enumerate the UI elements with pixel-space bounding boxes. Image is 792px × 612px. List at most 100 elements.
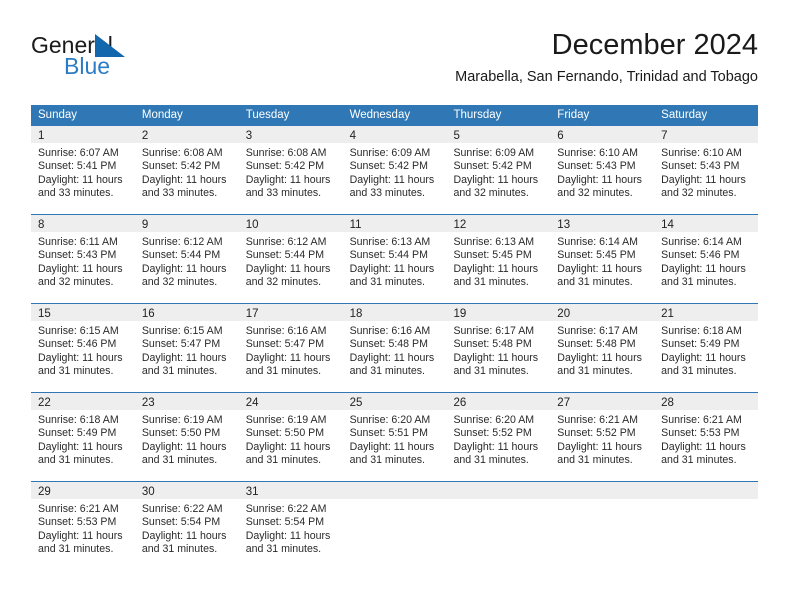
- day-details: Sunrise: 6:11 AM Sunset: 5:43 PM Dayligh…: [31, 232, 135, 290]
- day-cell[interactable]: 13 Sunrise: 6:14 AM Sunset: 5:45 PM Dayl…: [550, 215, 655, 303]
- weekday-header-wednesday: Wednesday: [349, 109, 411, 121]
- day-cell[interactable]: 22 Sunrise: 6:18 AM Sunset: 5:49 PM Dayl…: [31, 393, 135, 481]
- day-cell[interactable]: 18 Sunrise: 6:16 AM Sunset: 5:48 PM Dayl…: [342, 304, 447, 392]
- day-cell[interactable]: 9 Sunrise: 6:12 AM Sunset: 5:44 PM Dayli…: [134, 215, 239, 303]
- day-number: 17: [245, 308, 259, 320]
- day-details: Sunrise: 6:18 AM Sunset: 5:49 PM Dayligh…: [31, 410, 135, 468]
- week-row: 8 Sunrise: 6:11 AM Sunset: 5:43 PM Dayli…: [31, 214, 759, 303]
- sunrise-line: Sunrise: 6:14 AM: [557, 236, 638, 248]
- daylight-line-1: Daylight: 11 hours: [453, 173, 539, 186]
- week-row: 29 Sunrise: 6:21 AM Sunset: 5:53 PM Dayl…: [31, 481, 759, 570]
- day-number: 21: [661, 308, 674, 320]
- sunset-line: Sunset: 5:51 PM: [349, 427, 428, 440]
- day-number: 30: [141, 486, 155, 498]
- sunset-line: Sunset: 5:46 PM: [661, 249, 740, 262]
- weekday-header-saturday: Saturday: [661, 109, 708, 121]
- weekday-header-row: Sunday Monday Tuesday Wednesday Thursday…: [31, 105, 758, 126]
- weekday-header-tuesday: Tuesday: [245, 109, 290, 121]
- day-cell[interactable]: 10 Sunrise: 6:12 AM Sunset: 5:44 PM Dayl…: [238, 215, 343, 303]
- sunset-line: Sunset: 5:43 PM: [557, 160, 636, 173]
- day-number: 22: [38, 397, 51, 409]
- day-number-band: 22: [31, 393, 135, 410]
- day-details: Sunrise: 6:12 AM Sunset: 5:44 PM Dayligh…: [135, 232, 239, 290]
- day-details: Sunrise: 6:21 AM Sunset: 5:52 PM Dayligh…: [550, 410, 654, 468]
- day-cell[interactable]: 31 Sunrise: 6:22 AM Sunset: 5:54 PM Dayl…: [238, 482, 343, 570]
- day-cell[interactable]: 6 Sunrise: 6:10 AM Sunset: 5:43 PM Dayli…: [550, 126, 655, 214]
- day-cell[interactable]: 24 Sunrise: 6:19 AM Sunset: 5:50 PM Dayl…: [238, 393, 343, 481]
- day-cell[interactable]: 1 Sunrise: 6:07 AM Sunset: 5:41 PM Dayli…: [31, 126, 135, 214]
- daylight-line-2: and 31 minutes.: [349, 365, 425, 378]
- week-row: 22 Sunrise: 6:18 AM Sunset: 5:49 PM Dayl…: [31, 392, 759, 481]
- day-cell[interactable]: 8 Sunrise: 6:11 AM Sunset: 5:43 PM Dayli…: [31, 215, 135, 303]
- day-number-band: 29: [31, 482, 135, 499]
- day-cell[interactable]: 20 Sunrise: 6:17 AM Sunset: 5:48 PM Dayl…: [550, 304, 655, 392]
- sunrise-line: Sunrise: 6:12 AM: [141, 236, 223, 248]
- day-cell[interactable]: 3 Sunrise: 6:08 AM Sunset: 5:42 PM Dayli…: [238, 126, 343, 214]
- sunrise-line: Sunrise: 6:07 AM: [38, 147, 119, 159]
- daylight-line-2: and 31 minutes.: [453, 276, 529, 289]
- sunrise-line: Sunrise: 6:19 AM: [141, 414, 223, 426]
- calendar-grid: Sunday Monday Tuesday Wednesday Thursday…: [31, 105, 759, 570]
- day-number-band: 14: [654, 215, 759, 232]
- page-subtitle: Marabella, San Fernando, Trinidad and To…: [455, 69, 758, 85]
- sunset-line: Sunset: 5:53 PM: [661, 427, 740, 440]
- day-cell[interactable]: 17 Sunrise: 6:16 AM Sunset: 5:47 PM Dayl…: [238, 304, 343, 392]
- sunrise-line: Sunrise: 6:16 AM: [245, 325, 327, 337]
- day-number-band: 31: [238, 482, 343, 499]
- day-cell[interactable]: 4 Sunrise: 6:09 AM Sunset: 5:42 PM Dayli…: [342, 126, 447, 214]
- daylight-line-1: Daylight: 11 hours: [245, 440, 331, 453]
- sunrise-line: Sunrise: 6:21 AM: [38, 503, 119, 515]
- sunrise-line: Sunrise: 6:09 AM: [349, 147, 431, 159]
- daylight-line-1: Daylight: 11 hours: [453, 440, 539, 453]
- day-number: 31: [245, 486, 259, 498]
- daylight-line-2: and 32 minutes.: [661, 187, 737, 200]
- day-cell[interactable]: 25 Sunrise: 6:20 AM Sunset: 5:51 PM Dayl…: [342, 393, 447, 481]
- logo-text-blue: Blue: [64, 53, 111, 79]
- day-number: 2: [141, 130, 149, 142]
- weekday-header-sunday: Sunday: [38, 109, 78, 121]
- day-details: Sunrise: 6:19 AM Sunset: 5:50 PM Dayligh…: [135, 410, 239, 468]
- title-block: December 2024 Marabella, San Fernando, T…: [455, 28, 758, 86]
- day-number: 28: [661, 397, 674, 409]
- day-cell[interactable]: 28 Sunrise: 6:21 AM Sunset: 5:53 PM Dayl…: [654, 393, 759, 481]
- day-number-band: 21: [654, 304, 759, 321]
- day-number-band: 1: [31, 126, 135, 143]
- day-cell[interactable]: 12 Sunrise: 6:13 AM Sunset: 5:45 PM Dayl…: [446, 215, 551, 303]
- day-number: 1: [38, 130, 45, 142]
- day-cell[interactable]: 27 Sunrise: 6:21 AM Sunset: 5:52 PM Dayl…: [550, 393, 655, 481]
- sunset-line: Sunset: 5:42 PM: [349, 160, 428, 173]
- sunset-line: Sunset: 5:43 PM: [38, 249, 117, 262]
- day-number-band: 8: [31, 215, 135, 232]
- daylight-line-2: and 31 minutes.: [245, 543, 322, 556]
- day-details: Sunrise: 6:15 AM Sunset: 5:47 PM Dayligh…: [135, 321, 239, 379]
- day-number: 8: [38, 219, 45, 231]
- day-cell[interactable]: 21 Sunrise: 6:18 AM Sunset: 5:49 PM Dayl…: [654, 304, 759, 392]
- day-cell[interactable]: 30 Sunrise: 6:22 AM Sunset: 5:54 PM Dayl…: [134, 482, 239, 570]
- day-cell[interactable]: 23 Sunrise: 6:19 AM Sunset: 5:50 PM Dayl…: [134, 393, 239, 481]
- day-cell[interactable]: 29 Sunrise: 6:21 AM Sunset: 5:53 PM Dayl…: [31, 482, 135, 570]
- daylight-line-1: Daylight: 11 hours: [557, 351, 642, 364]
- daylight-line-1: Daylight: 11 hours: [349, 351, 435, 364]
- day-cell[interactable]: 26 Sunrise: 6:20 AM Sunset: 5:52 PM Dayl…: [446, 393, 551, 481]
- daylight-line-1: Daylight: 11 hours: [141, 262, 227, 275]
- day-cell[interactable]: 19 Sunrise: 6:17 AM Sunset: 5:48 PM Dayl…: [446, 304, 551, 392]
- day-cell[interactable]: 14 Sunrise: 6:14 AM Sunset: 5:46 PM Dayl…: [654, 215, 759, 303]
- day-cell-empty: [550, 482, 655, 570]
- daylight-line-1: Daylight: 11 hours: [141, 351, 227, 364]
- day-cell[interactable]: 16 Sunrise: 6:15 AM Sunset: 5:47 PM Dayl…: [134, 304, 239, 392]
- calendar-page: General Blue December 2024 Marabella, Sa…: [0, 0, 792, 612]
- day-cell[interactable]: 5 Sunrise: 6:09 AM Sunset: 5:42 PM Dayli…: [446, 126, 551, 214]
- day-number-band: 24: [238, 393, 343, 410]
- sunset-line: Sunset: 5:42 PM: [245, 160, 325, 173]
- day-cell[interactable]: 11 Sunrise: 6:13 AM Sunset: 5:44 PM Dayl…: [342, 215, 447, 303]
- day-number: 7: [661, 130, 668, 142]
- day-cell[interactable]: 15 Sunrise: 6:15 AM Sunset: 5:46 PM Dayl…: [31, 304, 135, 392]
- sunrise-line: Sunrise: 6:13 AM: [453, 236, 535, 248]
- daylight-line-1: Daylight: 11 hours: [245, 173, 331, 186]
- daylight-line-2: and 31 minutes.: [557, 276, 633, 289]
- day-details: Sunrise: 6:14 AM Sunset: 5:45 PM Dayligh…: [550, 232, 654, 290]
- day-cell[interactable]: 7 Sunrise: 6:10 AM Sunset: 5:43 PM Dayli…: [654, 126, 759, 214]
- daylight-line-2: and 31 minutes.: [38, 365, 114, 378]
- day-cell[interactable]: 2 Sunrise: 6:08 AM Sunset: 5:42 PM Dayli…: [134, 126, 239, 214]
- week-row: 1 Sunrise: 6:07 AM Sunset: 5:41 PM Dayli…: [31, 126, 759, 214]
